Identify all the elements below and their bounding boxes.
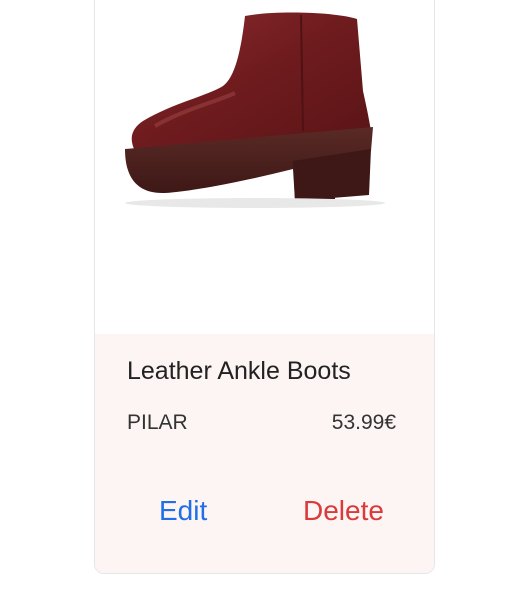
edit-button[interactable]: Edit xyxy=(151,491,215,531)
product-title: Leather Ankle Boots xyxy=(127,357,351,385)
product-details: Leather Ankle Boots PILAR 53.99€ Edit De… xyxy=(95,334,434,573)
delete-button[interactable]: Delete xyxy=(295,491,392,531)
product-brand: PILAR xyxy=(127,411,188,434)
product-price: 53.99€ xyxy=(331,411,396,434)
product-image[interactable] xyxy=(95,0,434,334)
boot-image xyxy=(125,12,385,208)
product-card: Leather Ankle Boots PILAR 53.99€ Edit De… xyxy=(94,0,435,574)
